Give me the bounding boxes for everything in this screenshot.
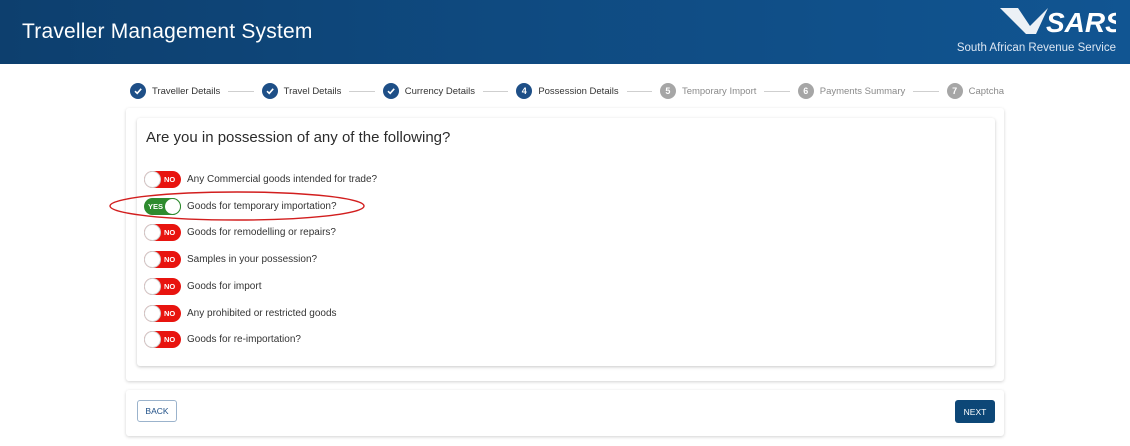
- item-label: Samples in your possession?: [187, 253, 318, 265]
- toggle-switch[interactable]: NO: [144, 250, 181, 268]
- step-captcha[interactable]: 7 Captcha: [946, 83, 1005, 99]
- step-connector: [482, 90, 509, 92]
- possession-item-remodelling-repairs: NO Goods for remodelling or repairs?: [144, 223, 336, 241]
- step-label: Possession Details: [538, 85, 619, 97]
- step-label: Currency Details: [404, 85, 475, 97]
- toggle-state: NO: [164, 174, 176, 184]
- step-temporary-import[interactable]: 5 Temporary Import: [659, 83, 757, 99]
- possession-panel: [137, 118, 995, 366]
- question-heading: Are you in possession of any of the foll…: [146, 129, 451, 146]
- item-label: Any Commercial goods intended for trade?: [187, 173, 378, 185]
- step-label: Captcha: [968, 85, 1005, 97]
- toggle-state: NO: [164, 254, 176, 264]
- step-number-badge: 7: [946, 83, 963, 99]
- app-header: Traveller Management System SARS South A…: [0, 0, 1130, 64]
- item-label: Goods for re-importation?: [187, 333, 301, 345]
- step-connector: [349, 90, 375, 92]
- step-connector: [913, 90, 939, 92]
- step-connector: [228, 90, 254, 92]
- toggle-switch[interactable]: NO: [144, 304, 181, 322]
- toggle-state: NO: [164, 227, 176, 237]
- app-title: Traveller Management System: [22, 20, 313, 43]
- step-number-badge: 6: [797, 83, 814, 99]
- progress-stepper: Traveller Details Travel Details Currenc…: [130, 81, 1004, 101]
- step-label: Payments Summary: [819, 85, 906, 97]
- toggle-knob: [144, 277, 161, 295]
- toggle-knob: [144, 250, 161, 268]
- step-connector: [764, 90, 790, 92]
- toggle-state: NO: [164, 281, 176, 291]
- toggle-switch[interactable]: NO: [144, 330, 181, 348]
- possession-item-re-importation: NO Goods for re-importation?: [144, 330, 301, 348]
- toggle-state: NO: [164, 308, 176, 318]
- step-connector: [626, 90, 652, 92]
- toggle-switch[interactable]: NO: [144, 277, 181, 295]
- step-traveller-details[interactable]: Traveller Details: [130, 83, 220, 99]
- step-label: Temporary Import: [681, 85, 757, 97]
- back-button[interactable]: BACK: [137, 400, 177, 422]
- check-icon: [130, 83, 146, 99]
- next-button[interactable]: NEXT: [955, 400, 995, 423]
- check-icon: [261, 83, 278, 99]
- toggle-knob: [144, 330, 161, 348]
- sars-logo: SARS South African Revenue Service: [956, 2, 1116, 60]
- step-payments-summary[interactable]: 6 Payments Summary: [797, 83, 906, 99]
- step-number-badge: 4: [516, 83, 533, 99]
- toggle-knob: [144, 304, 161, 322]
- possession-item-commercial-goods: NO Any Commercial goods intended for tra…: [144, 170, 377, 188]
- step-travel-details[interactable]: Travel Details: [261, 83, 342, 99]
- item-label: Goods for remodelling or repairs?: [187, 226, 336, 238]
- toggle-switch[interactable]: NO: [144, 170, 181, 188]
- toggle-knob: [144, 223, 161, 241]
- step-label: Traveller Details: [152, 85, 221, 97]
- sars-logo-mark: SARS: [1000, 7, 1116, 38]
- logo-subtitle: South African Revenue Service: [956, 42, 1116, 54]
- possession-item-prohibited-goods: NO Any prohibited or restricted goods: [144, 304, 337, 322]
- step-currency-details[interactable]: Currency Details: [382, 83, 475, 99]
- check-icon: [382, 83, 399, 99]
- possession-item-samples: NO Samples in your possession?: [144, 250, 317, 268]
- toggle-state: NO: [164, 334, 176, 344]
- step-label: Travel Details: [283, 85, 342, 97]
- item-label: Any prohibited or restricted goods: [187, 307, 337, 319]
- step-possession-details[interactable]: 4 Possession Details: [516, 83, 619, 99]
- possession-item-goods-for-import: NO Goods for import: [144, 277, 261, 295]
- item-label: Goods for import: [187, 280, 262, 292]
- actions-card: [126, 390, 1004, 436]
- toggle-knob: [144, 170, 161, 188]
- toggle-switch[interactable]: NO: [144, 223, 181, 241]
- step-number-badge: 5: [659, 83, 676, 99]
- logo-wordmark: SARS: [1046, 7, 1116, 38]
- highlight-annotation: [109, 191, 365, 221]
